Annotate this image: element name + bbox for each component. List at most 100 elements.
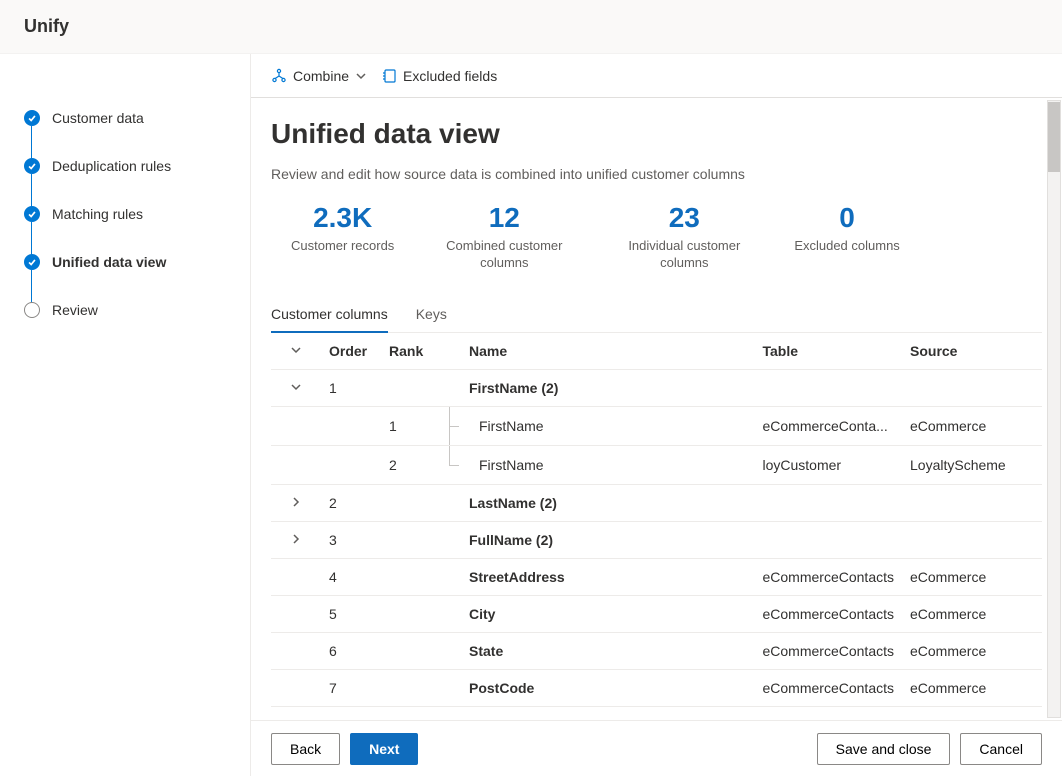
step-done-icon xyxy=(24,110,40,126)
cell-rank xyxy=(381,521,441,558)
cell-rank: 2 xyxy=(381,445,441,484)
back-button[interactable]: Back xyxy=(271,733,340,765)
cell-source: eCommerce xyxy=(902,669,1042,706)
step-done-icon xyxy=(24,158,40,174)
wizard-step-matching-rules[interactable]: Matching rules xyxy=(0,190,250,238)
cell-name: PostCode xyxy=(461,669,755,706)
cell-source: eCommerce xyxy=(902,632,1042,669)
cell-source: eCommerce xyxy=(902,595,1042,632)
command-bar: Combine Excluded fields xyxy=(251,54,1062,98)
cell-source: eCommerce xyxy=(902,558,1042,595)
cell-table: eCommerceContacts xyxy=(755,669,903,706)
combine-icon xyxy=(271,68,287,84)
wizard-step-customer-data[interactable]: Customer data xyxy=(0,94,250,142)
cell-name: FullName (2) xyxy=(461,521,755,558)
table-row[interactable]: 2 LastName (2) xyxy=(271,484,1042,521)
combine-menu-button[interactable]: Combine xyxy=(271,68,367,84)
cell-table: eCommerceContacts xyxy=(755,558,903,595)
wizard-step-label: Review xyxy=(52,302,98,318)
table-row[interactable]: 7 PostCodeeCommerceContactseCommerce xyxy=(271,669,1042,706)
cell-table: eCommerceConta... xyxy=(755,406,903,445)
stats-strip: 2.3KCustomer records 12 Combined customer … xyxy=(291,204,1042,272)
cell-order: 1 xyxy=(321,369,381,406)
step-done-icon xyxy=(24,206,40,222)
table-row[interactable]: 3FullName (2) xyxy=(271,521,1042,558)
excluded-fields-button[interactable]: Excluded fields xyxy=(381,68,497,84)
table-row[interactable]: 5 CityeCommerceContactseCommerce xyxy=(271,595,1042,632)
cell-rank xyxy=(381,484,441,521)
table-row[interactable]: 1 FirstName (2) xyxy=(271,369,1042,406)
save-and-close-button[interactable]: Save and close xyxy=(817,733,951,765)
shell: Customer data Deduplication rules Matching… xyxy=(0,54,1062,776)
col-name-header[interactable]: Name xyxy=(461,333,755,370)
table-row[interactable]: 1FirstNameeCommerceConta...eCommerce xyxy=(271,406,1042,445)
wizard-step-deduplication-rules[interactable]: Deduplication rules xyxy=(0,142,250,190)
cancel-button[interactable]: Cancel xyxy=(960,733,1042,765)
stat-card: 23Individual customer columns xyxy=(614,204,754,272)
step-done-icon xyxy=(24,254,40,270)
app-header: Unify xyxy=(0,0,1062,54)
wizard-footer: Back Next Save and close Cancel xyxy=(251,720,1062,776)
chevron-right-icon[interactable] xyxy=(290,533,302,545)
next-button[interactable]: Next xyxy=(350,733,418,765)
col-order-header[interactable]: Order xyxy=(321,333,381,370)
app-title: Unify xyxy=(24,16,69,37)
cell-order: 6 xyxy=(321,632,381,669)
excluded-fields-icon xyxy=(381,68,397,84)
stat-card: 2.3KCustomer records xyxy=(291,204,394,272)
wizard-step-unified-data-view[interactable]: Unified data view xyxy=(0,238,250,286)
cell-name: State xyxy=(461,632,755,669)
wizard-step-label: Deduplication rules xyxy=(52,158,171,174)
cell-order: 7 xyxy=(321,669,381,706)
wizard-sidebar: Customer data Deduplication rules Matching… xyxy=(0,54,250,776)
chevron-down-icon xyxy=(355,70,367,82)
tree-connector-icon xyxy=(441,446,461,484)
cell-order: 2 xyxy=(321,484,381,521)
cell-name: FirstName xyxy=(461,445,755,484)
stage: Combine Excluded fields xyxy=(250,54,1062,776)
cell-table: eCommerceContacts xyxy=(755,632,903,669)
cell-name: FirstName xyxy=(461,406,755,445)
cell-order: 5 xyxy=(321,595,381,632)
cell-name: LastName (2) xyxy=(461,484,755,521)
col-expander[interactable] xyxy=(271,333,321,370)
tabs: Customer columns Keys xyxy=(271,298,1042,333)
cell-order: 4 xyxy=(321,558,381,595)
table-row[interactable]: 4 StreetAddresseCommerceContactseCommerce xyxy=(271,558,1042,595)
cell-name: City xyxy=(461,595,755,632)
main-content: Unified data view Review and edit how so… xyxy=(251,98,1062,720)
wizard-step-label: Customer data xyxy=(52,110,144,126)
cell-source: eCommerce xyxy=(902,406,1042,445)
chevron-right-icon[interactable] xyxy=(290,496,302,508)
cell-rank xyxy=(381,369,441,406)
wizard-step-label: Unified data view xyxy=(52,254,166,270)
chevron-down-icon[interactable] xyxy=(290,381,302,393)
cell-table: eCommerceContacts xyxy=(755,595,903,632)
stat-value: 12 xyxy=(434,204,574,232)
stat-value: 2.3K xyxy=(291,204,394,232)
tree-connector-icon xyxy=(441,407,461,445)
cell-source: LoyaltyScheme xyxy=(902,445,1042,484)
columns-table: Order Rank Name Table Source 1 FirstName … xyxy=(271,333,1042,707)
stat-card: 12 Combined customer columns xyxy=(434,204,574,272)
stat-label: Combined customer columns xyxy=(434,238,574,272)
table-row[interactable]: 6 StateeCommerceContactseCommerce xyxy=(271,632,1042,669)
stat-label: Excluded columns xyxy=(794,238,900,255)
tab-customer-columns[interactable]: Customer columns xyxy=(271,298,388,332)
stat-card: 0Excluded columns xyxy=(794,204,900,272)
col-source-header[interactable]: Source xyxy=(902,333,1042,370)
combine-label: Combine xyxy=(293,68,349,84)
col-table-header[interactable]: Table xyxy=(755,333,903,370)
wizard-step-label: Matching rules xyxy=(52,206,143,222)
page-title: Unified data view xyxy=(271,118,1042,150)
col-rank-header[interactable]: Rank xyxy=(381,333,441,370)
cell-name: StreetAddress xyxy=(461,558,755,595)
scrollbar[interactable] xyxy=(1047,100,1061,718)
wizard-step-review[interactable]: Review xyxy=(0,286,250,334)
table-row[interactable]: 2FirstNameloyCustomerLoyaltyScheme xyxy=(271,445,1042,484)
tab-keys[interactable]: Keys xyxy=(416,298,447,332)
cell-name: FirstName (2) xyxy=(461,369,755,406)
step-pending-icon xyxy=(24,302,40,318)
stat-value: 23 xyxy=(614,204,754,232)
excluded-fields-label: Excluded fields xyxy=(403,68,497,84)
